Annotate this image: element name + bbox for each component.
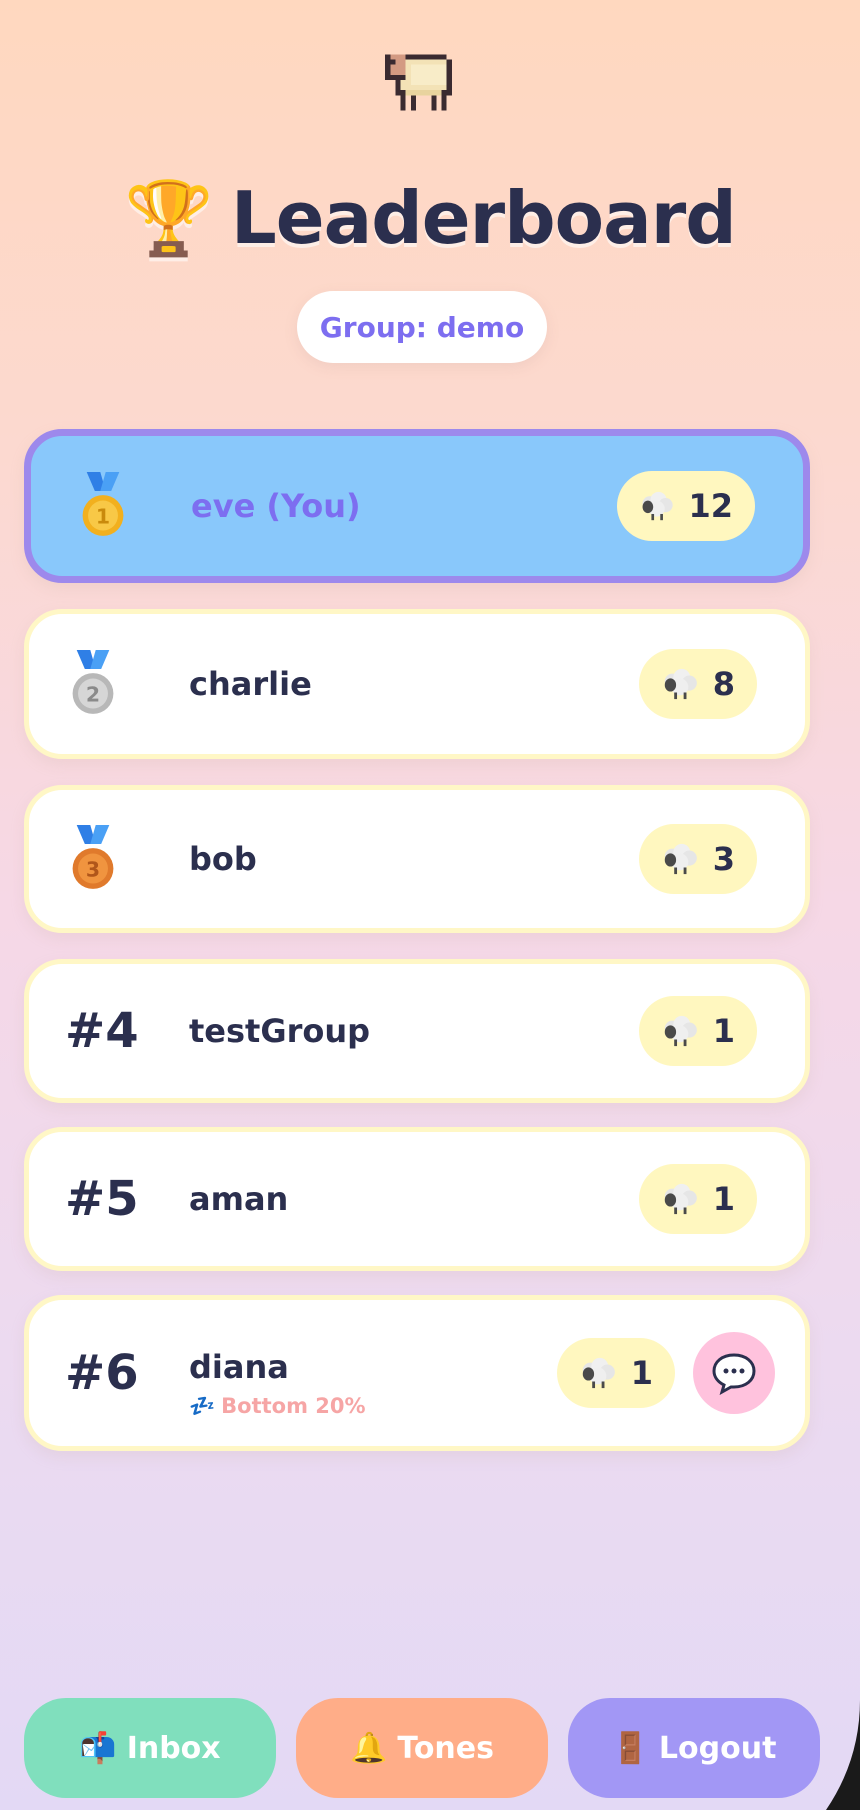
score-value: 12	[688, 487, 733, 525]
sheep-icon	[664, 1183, 697, 1215]
user-name: diana	[189, 1348, 289, 1386]
score-value: 1	[712, 1012, 735, 1050]
sheep-icon	[664, 843, 697, 875]
user-name: aman	[189, 1180, 289, 1218]
tones-button[interactable]: 🔔 Tones	[296, 1698, 548, 1798]
silver-medal-icon: 2	[72, 650, 114, 714]
sheep-icon	[664, 668, 697, 700]
score-value: 3	[712, 840, 735, 878]
svg-text:3: 3	[86, 858, 100, 882]
leaderboard-row: #6 diana 💤 Bottom 20% 1	[24, 1295, 810, 1451]
inbox-button[interactable]: 📬 Inbox	[24, 1698, 276, 1798]
rank-number: #6	[65, 1345, 139, 1401]
score-value: 1	[712, 1180, 735, 1218]
user-name: charlie	[189, 665, 312, 703]
sheep-icon	[642, 491, 673, 521]
score-pill: 1	[639, 1164, 757, 1234]
score-pill: 1	[557, 1338, 675, 1408]
logout-button[interactable]: 🚪 Logout	[568, 1698, 820, 1798]
group-badge: Group: demo	[297, 291, 547, 363]
frame-edge	[826, 0, 860, 1810]
leaderboard-row: #4 testGroup 1	[24, 959, 810, 1103]
speech-bubble-icon	[712, 1353, 756, 1395]
page-title: 🏆 Leaderboard	[124, 176, 736, 260]
score-pill: 8	[639, 649, 757, 719]
svg-text:2: 2	[86, 683, 100, 707]
leaderboard-row: 3 bob 3	[24, 785, 810, 933]
svg-text:1: 1	[96, 505, 110, 529]
rank-number: #5	[65, 1171, 139, 1227]
leaderboard-row: #5 aman 1	[24, 1127, 810, 1271]
status-badge: 💤 Bottom 20%	[189, 1394, 366, 1418]
score-pill: 12	[617, 471, 755, 541]
sheep-icon	[582, 1357, 615, 1389]
trophy-icon: 🏆	[124, 176, 214, 260]
gold-medal-icon: 1	[82, 472, 124, 536]
sheep-mascot-icon	[385, 54, 452, 111]
door-icon: 🚪	[611, 1730, 649, 1766]
leaderboard-row-current-user: 1 eve (You) 12	[24, 429, 810, 583]
sheep-icon	[664, 1015, 697, 1047]
score-value: 8	[712, 665, 735, 703]
leaderboard-row: 2 charlie 8	[24, 609, 810, 759]
user-name: testGroup	[189, 1012, 371, 1050]
bronze-medal-icon: 3	[72, 825, 114, 889]
message-button[interactable]	[693, 1332, 775, 1414]
user-name: eve (You)	[191, 487, 361, 525]
score-pill: 1	[639, 996, 757, 1066]
zzz-icon: 💤	[189, 1394, 216, 1418]
user-name: bob	[189, 840, 257, 878]
score-pill: 3	[639, 824, 757, 894]
bell-icon: 🔔	[349, 1730, 388, 1766]
mailbox-icon: 📬	[79, 1730, 117, 1766]
score-value: 1	[630, 1354, 653, 1392]
rank-number: #4	[65, 1003, 139, 1059]
